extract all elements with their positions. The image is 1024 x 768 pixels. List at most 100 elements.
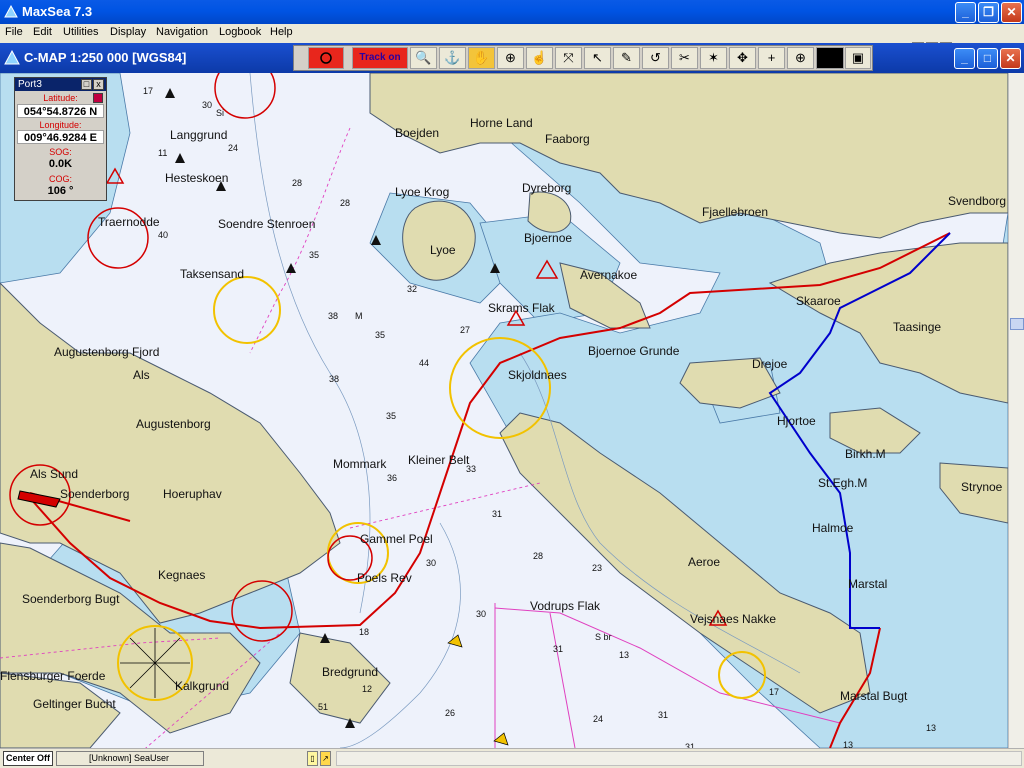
depth: 13 (619, 650, 630, 660)
move-icon[interactable]: ✥ (729, 47, 756, 69)
depth: 11 (158, 148, 168, 158)
label-halmoe: Halmoe (812, 521, 854, 535)
sog-label: SOG: (49, 147, 72, 157)
label-lyoe-krog: Lyoe Krog (395, 185, 450, 199)
menu-logbook[interactable]: Logbook (219, 26, 261, 38)
label-marstal-bugt: Marstal Bugt (840, 689, 908, 703)
user-status: [Unknown] SeaUser (56, 751, 204, 766)
waypoints-icon[interactable]: ✶ (700, 47, 727, 69)
label-si: Si (216, 108, 225, 118)
latitude-toggle[interactable] (93, 93, 103, 103)
longitude-value: 009°46.9284 E (17, 130, 104, 144)
depth: 28 (340, 198, 351, 208)
depth: 31 (658, 710, 669, 720)
depth: 38 (328, 311, 339, 321)
label-poels-rev: Poels Rev (357, 571, 412, 585)
track-on-button[interactable]: Track on (352, 47, 408, 69)
label-flensburger-foerde: Flensburger Foerde (0, 669, 106, 683)
vertical-scrollbar[interactable] (1008, 73, 1024, 748)
close-button[interactable]: ✕ (1001, 2, 1022, 23)
pencil-icon[interactable]: ✎ (613, 47, 640, 69)
menu-bar: File Edit Utilities Display Navigation L… (0, 24, 1024, 43)
label-augustenborg: Augustenborg (136, 417, 211, 431)
label-kalkgrund: Kalkgrund (175, 679, 230, 693)
compass-icon[interactable]: ⚓ (439, 47, 466, 69)
depth: 27 (460, 325, 471, 335)
minimize-button[interactable]: _ (955, 2, 976, 23)
label-vodrups-flak: Vodrups Flak (530, 599, 601, 613)
label-hoeruphav: Hoeruphav (163, 487, 222, 501)
chart-maximize-button[interactable]: □ (977, 48, 998, 69)
distance-icon[interactable]: ⤧ (555, 47, 582, 69)
depth: 33 (466, 464, 477, 474)
label-boejden: Boejden (395, 126, 440, 140)
depth: 17 (143, 86, 154, 96)
cog-label: COG: (48, 174, 72, 184)
label-horne-land: Horne Land (470, 116, 533, 130)
crosshair-icon[interactable]: ⊕ (497, 47, 524, 69)
label-soendre-stenroen: Soendre Stenroen (218, 217, 316, 231)
center-off-button[interactable]: Center Off (3, 751, 53, 766)
latitude-value: 054°54.8726 N (17, 104, 104, 118)
latitude-label: Latitude: (43, 93, 78, 103)
label-geltinger-bucht: Geltinger Bucht (33, 697, 116, 711)
label-marstal: Marstal (848, 577, 888, 591)
depth: 51 (318, 702, 329, 712)
label-soenderborg: Soenderborg (60, 487, 130, 501)
menu-utilities[interactable]: Utilities (63, 26, 98, 38)
pan-hand-icon[interactable]: ✋ (468, 47, 495, 69)
depth: 12 (362, 684, 373, 694)
port-close-button[interactable]: x (93, 79, 104, 90)
port-panel: Port3 □ x Latitude: 054°54.8726 N Longit… (14, 77, 107, 201)
port-minimize-button[interactable]: □ (81, 79, 92, 90)
depth: 30 (202, 100, 213, 110)
label-langgrund: Langgrund (170, 128, 228, 142)
scissors-icon[interactable]: ✂ (671, 47, 698, 69)
label-soenderborg-bugt: Soenderborg Bugt (22, 592, 120, 606)
depth: 32 (407, 284, 418, 294)
label-svendborg: Svendborg (948, 194, 1007, 208)
label-kegnaes: Kegnaes (158, 568, 206, 582)
label-hjortoe: Hjortoe (777, 414, 816, 428)
label-skaaroe: Skaaroe (796, 294, 841, 308)
status-icon[interactable]: ▯ (307, 751, 318, 766)
label-taksensand: Taksensand (180, 267, 245, 281)
stop-button[interactable] (308, 47, 344, 69)
label-birkh-m: Birkh.M (845, 447, 886, 461)
depth: 13 (843, 740, 854, 748)
label-taasinge: Taasinge (893, 320, 942, 334)
label-skjoldnaes: Skjoldnaes (508, 368, 567, 382)
depth: 26 (445, 708, 456, 718)
chart-minimize-button[interactable]: _ (954, 48, 975, 69)
menu-help[interactable]: Help (270, 26, 293, 38)
zoom-icon[interactable]: 🔍 (410, 47, 437, 69)
arrow-icon[interactable]: ↖ (584, 47, 611, 69)
menu-display[interactable]: Display (110, 26, 146, 38)
label-augustenborg-fjord: Augustenborg Fjord (54, 345, 160, 359)
menu-edit[interactable]: Edit (33, 26, 52, 38)
menu-navigation[interactable]: Navigation (156, 26, 208, 38)
label-fjaellebroen: Fjaellebroen (702, 205, 769, 219)
depth: 24 (228, 143, 239, 153)
label-mommark: Mommark (333, 457, 387, 471)
display-icon[interactable]: ▣ (845, 47, 871, 69)
depth: 38 (329, 374, 340, 384)
sog-value: 0.0K (17, 157, 104, 171)
restore-button[interactable]: ❐ (978, 2, 999, 23)
plus-icon[interactable]: + (758, 47, 785, 69)
status-icon-2[interactable]: ↗ (320, 751, 331, 766)
target-icon[interactable]: ⊕ (787, 47, 814, 69)
longitude-label: Longitude: (39, 120, 82, 130)
horizontal-scrollbar[interactable] (336, 751, 1022, 766)
scroll-thumb[interactable] (1010, 318, 1024, 330)
black-button[interactable] (816, 47, 844, 69)
depth: 31 (492, 509, 503, 519)
chart-title: C-MAP 1:250 000 [WGS84] (24, 50, 187, 65)
nautical-chart[interactable]: Horne Land Faaborg Boejden Lyoe Krog Dyr… (0, 73, 1008, 748)
label-hesteskoen: Hesteskoen (165, 171, 229, 185)
chart-close-button[interactable]: ✕ (1000, 48, 1021, 69)
route-icon[interactable]: ↺ (642, 47, 669, 69)
menu-file[interactable]: File (5, 26, 23, 38)
label-avernakoe: Avernakoe (580, 268, 638, 282)
hand-icon[interactable]: ☝ (526, 47, 553, 69)
